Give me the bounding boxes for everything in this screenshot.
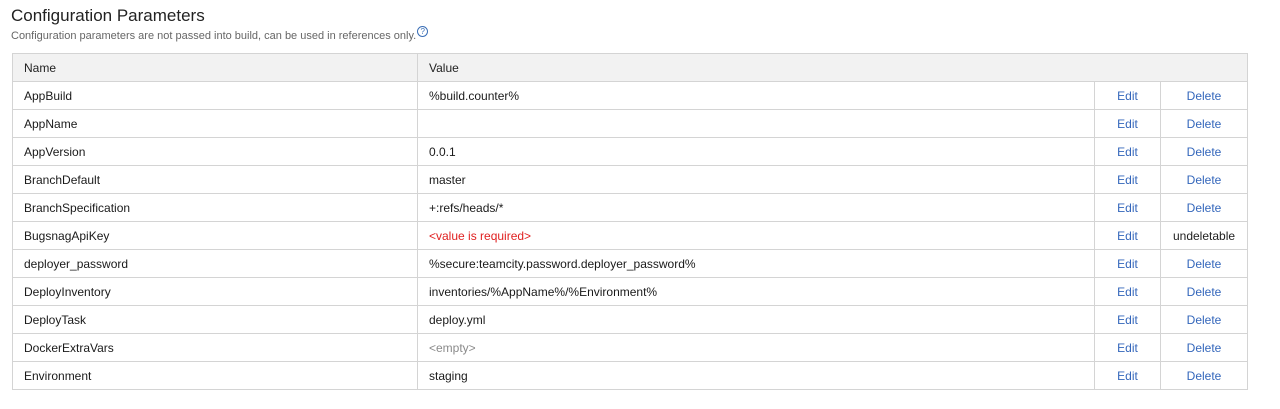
parameter-value: 0.0.1	[417, 137, 1095, 166]
parameter-value: <empty>	[417, 333, 1095, 362]
section-description: Configuration parameters are not passed …	[11, 26, 429, 43]
delete-cell: Delete	[1159, 81, 1249, 110]
delete-link[interactable]: Delete	[1187, 173, 1222, 187]
parameter-value: inventories/%AppName%/%Environment%	[417, 277, 1095, 306]
parameter-name: DeployTask	[12, 305, 418, 334]
parameters-table: Name Value AppBuild %build.counter% Edit De…	[12, 53, 1249, 390]
table-row: DeployTask deploy.yml Edit Delete	[12, 305, 1249, 334]
edit-link[interactable]: Edit	[1117, 89, 1138, 103]
parameter-value-text: inventories/%AppName%/%Environment%	[429, 284, 658, 299]
parameter-value-text: <empty>	[429, 340, 476, 355]
edit-cell: Edit	[1094, 193, 1161, 222]
parameter-value: +:refs/heads/*	[417, 193, 1095, 222]
edit-cell: Edit	[1094, 165, 1161, 194]
column-header-value: Value	[416, 53, 1249, 82]
parameter-value-text: +:refs/heads/*	[429, 200, 504, 215]
delete-cell: Delete	[1159, 249, 1249, 278]
delete-cell: Delete	[1159, 361, 1249, 390]
table-row: AppBuild %build.counter% Edit Delete	[12, 81, 1249, 110]
parameter-name: DeployInventory	[12, 277, 418, 306]
edit-link[interactable]: Edit	[1117, 369, 1138, 383]
edit-link[interactable]: Edit	[1117, 117, 1138, 131]
table-row: deployer_password %secure:teamcity.passwo…	[12, 249, 1249, 278]
edit-cell: Edit	[1094, 333, 1161, 362]
parameter-name: AppBuild	[12, 81, 418, 110]
column-header-name: Name	[12, 53, 418, 82]
parameter-name: BugsnagApiKey	[12, 221, 418, 250]
table-row: AppVersion 0.0.1 Edit Delete	[12, 137, 1249, 166]
delete-link[interactable]: Delete	[1187, 145, 1222, 159]
delete-link[interactable]: Delete	[1187, 89, 1222, 103]
parameter-name: BranchSpecification	[12, 193, 418, 222]
edit-cell: Edit	[1094, 361, 1161, 390]
edit-cell: Edit	[1094, 81, 1161, 110]
delete-cell: Delete	[1159, 305, 1249, 334]
parameter-value: deploy.yml	[417, 305, 1095, 334]
parameter-value: <value is required>	[417, 221, 1095, 250]
table-header-row: Name Value	[12, 53, 1249, 82]
table-row: AppName Edit Delete	[12, 109, 1249, 138]
table-row: BranchDefault master Edit Delete	[12, 165, 1249, 194]
edit-cell: Edit	[1094, 137, 1161, 166]
undeletable-label: undeletable	[1172, 228, 1236, 243]
parameter-value-text: %secure:teamcity.password.deployer_passw…	[429, 256, 696, 271]
edit-link[interactable]: Edit	[1117, 145, 1138, 159]
table-row: Environment staging Edit Delete	[12, 361, 1249, 390]
help-icon[interactable]: ?	[417, 26, 429, 37]
edit-cell: Edit	[1094, 221, 1161, 250]
delete-cell: Delete	[1159, 193, 1249, 222]
delete-link[interactable]: Delete	[1187, 369, 1222, 383]
delete-link[interactable]: Delete	[1187, 341, 1222, 355]
delete-link[interactable]: Delete	[1187, 257, 1222, 271]
edit-cell: Edit	[1094, 277, 1161, 306]
delete-cell: undeletable	[1159, 221, 1249, 250]
parameter-value-text: 0.0.1	[429, 144, 456, 159]
section-title: Configuration Parameters	[11, 6, 205, 25]
delete-cell: Delete	[1159, 137, 1249, 166]
delete-link[interactable]: Delete	[1187, 285, 1222, 299]
parameter-name: BranchDefault	[12, 165, 418, 194]
delete-cell: Delete	[1159, 277, 1249, 306]
edit-link[interactable]: Edit	[1117, 201, 1138, 215]
parameter-value-text: master	[429, 172, 466, 187]
parameter-name: AppName	[12, 109, 418, 138]
delete-link[interactable]: Delete	[1187, 201, 1222, 215]
edit-link[interactable]: Edit	[1117, 173, 1138, 187]
parameter-value-text: deploy.yml	[429, 312, 486, 327]
edit-link[interactable]: Edit	[1117, 229, 1138, 243]
edit-cell: Edit	[1094, 249, 1161, 278]
edit-cell: Edit	[1094, 305, 1161, 334]
parameter-value: %secure:teamcity.password.deployer_passw…	[417, 249, 1095, 278]
parameter-name: deployer_password	[12, 249, 418, 278]
parameter-name: AppVersion	[12, 137, 418, 166]
parameter-value-text: staging	[429, 368, 468, 383]
parameter-value: master	[417, 165, 1095, 194]
parameter-value: %build.counter%	[417, 81, 1095, 110]
edit-link[interactable]: Edit	[1117, 257, 1138, 271]
table-row: DeployInventory inventories/%AppName%/%En…	[12, 277, 1249, 306]
edit-link[interactable]: Edit	[1117, 313, 1138, 327]
table-row: BranchSpecification +:refs/heads/* Edit Del…	[12, 193, 1249, 222]
delete-link[interactable]: Delete	[1187, 313, 1222, 327]
delete-cell: Delete	[1159, 165, 1249, 194]
edit-link[interactable]: Edit	[1117, 341, 1138, 355]
parameter-value-text: <value is required>	[429, 228, 532, 243]
edit-link[interactable]: Edit	[1117, 285, 1138, 299]
parameter-name: Environment	[12, 361, 418, 390]
table-row: BugsnagApiKey <value is required> Edit unde…	[12, 221, 1249, 250]
section-description-text: Configuration parameters are not passed …	[11, 30, 417, 42]
configuration-parameters-section: Configuration Parameters Configuration p…	[0, 0, 1280, 409]
parameter-value: staging	[417, 361, 1095, 390]
edit-cell: Edit	[1094, 109, 1161, 138]
parameter-value-text: %build.counter%	[429, 88, 520, 103]
parameter-value	[417, 109, 1095, 138]
table-row: DockerExtraVars <empty> Edit Delete	[12, 333, 1249, 362]
delete-link[interactable]: Delete	[1187, 117, 1222, 131]
delete-cell: Delete	[1159, 109, 1249, 138]
delete-cell: Delete	[1159, 333, 1249, 362]
parameter-name: DockerExtraVars	[12, 333, 418, 362]
